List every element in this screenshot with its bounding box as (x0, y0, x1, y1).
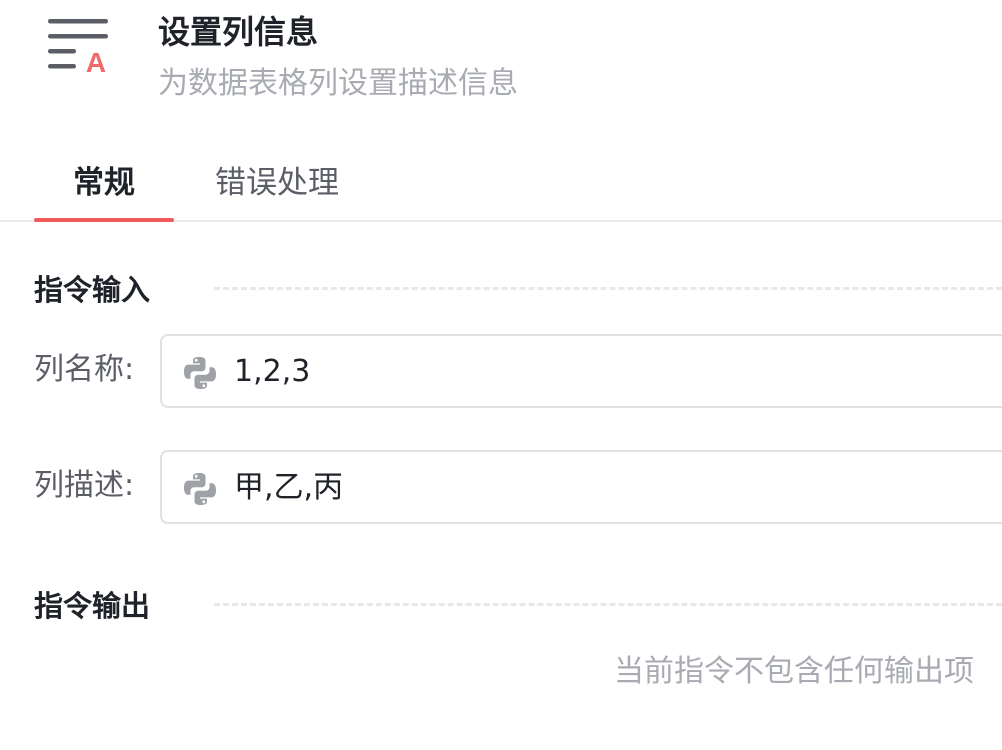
empty-output-note: 当前指令不包含任何输出项 (614, 654, 974, 689)
svg-text:A: A (86, 47, 106, 78)
column-text-icon: A (48, 19, 108, 78)
section-divider (214, 287, 1002, 290)
tab-error-handling[interactable]: 错误处理 (210, 162, 344, 220)
output-section-title: 指令输出 (34, 589, 151, 623)
column-name-value: 1,2,3 (234, 354, 311, 389)
column-description-label: 列描述: (34, 468, 135, 503)
dialog-header: A 设置列信息 为数据表格列设置描述信息 (0, 0, 1002, 120)
python-icon (184, 473, 216, 505)
python-icon (184, 357, 216, 389)
column-name-input[interactable]: 1,2,3 (160, 334, 1002, 408)
column-description-input[interactable]: 甲,乙,丙 (160, 450, 1002, 524)
tab-bar: 常规 错误处理 (0, 150, 1002, 222)
input-section-title: 指令输入 (34, 273, 151, 307)
page-title: 设置列信息 (158, 13, 319, 51)
column-description-value: 甲,乙,丙 (234, 470, 344, 505)
section-divider (214, 603, 1002, 606)
column-name-label: 列名称: (34, 352, 135, 387)
tab-general[interactable]: 常规 (34, 162, 174, 222)
page-subtitle: 为数据表格列设置描述信息 (158, 66, 518, 101)
